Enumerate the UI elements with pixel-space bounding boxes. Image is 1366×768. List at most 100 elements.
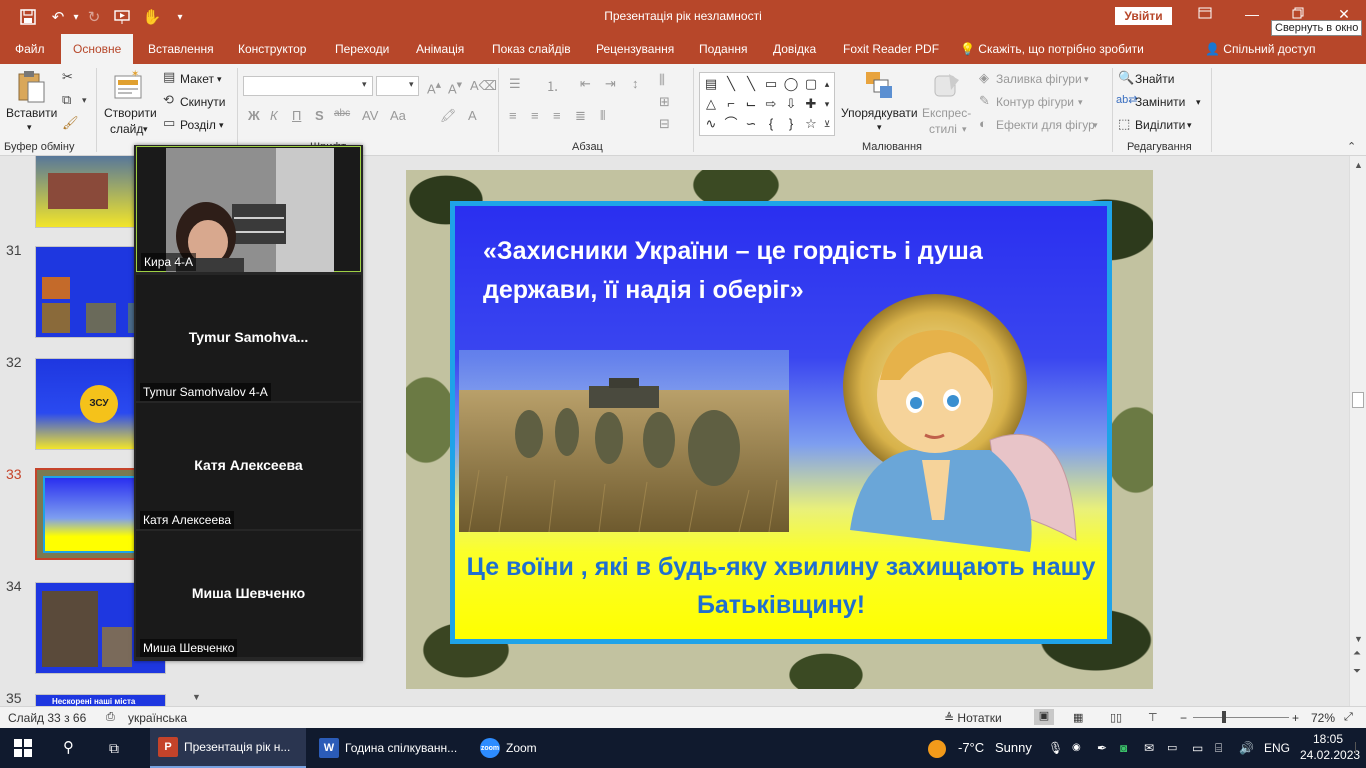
onedrive-tray-icon[interactable]: ▭	[1167, 728, 1177, 768]
align-text-icon[interactable]: ⊞	[659, 94, 670, 110]
reset-icon[interactable]: ⟲	[163, 92, 174, 108]
scroll-thumb[interactable]	[1352, 392, 1364, 408]
justify-icon[interactable]: ≣	[575, 108, 586, 124]
weather-condition[interactable]: Sunny	[995, 728, 1032, 768]
previous-slide-icon[interactable]: ⏶	[1353, 648, 1361, 659]
paste-icon[interactable]	[16, 70, 46, 103]
line-shape-icon[interactable]: ╲	[722, 75, 740, 93]
soldiers-photo[interactable]	[459, 350, 789, 532]
microphone-icon[interactable]: 🎙	[1048, 728, 1063, 768]
increase-font-icon[interactable]: A▴	[427, 78, 441, 96]
quick-styles-dropdown-icon[interactable]: ▾	[962, 124, 967, 135]
decrease-indent-icon[interactable]: ⇤	[580, 76, 591, 92]
weather-temperature[interactable]: -7°C	[958, 728, 984, 768]
gallery-more-icon[interactable]: ⊻	[820, 115, 834, 133]
align-right-icon[interactable]: ≡	[553, 108, 561, 123]
bold-button[interactable]: Ж	[248, 108, 260, 123]
tab-design[interactable]: Конструктор	[238, 34, 306, 64]
down-arrow-shape-icon[interactable]: ⇩	[782, 95, 800, 113]
redo-icon[interactable]: ↻	[84, 7, 104, 27]
quick-styles-button-line2[interactable]: стилі	[929, 122, 957, 136]
slide-sorter-icon[interactable]: ▦	[1073, 711, 1083, 724]
start-slideshow-icon[interactable]	[112, 7, 132, 27]
undo-dropdown-icon[interactable]: ▾	[66, 7, 86, 27]
taskbar-zoom[interactable]: zoom Zoom	[472, 728, 582, 768]
tab-animations[interactable]: Анімація	[416, 34, 464, 64]
layout-icon[interactable]: ▤	[163, 69, 175, 85]
shape-outline-icon[interactable]: ✎	[979, 93, 990, 109]
gallery-up-icon[interactable]: ▴	[820, 75, 834, 93]
tab-slideshow[interactable]: Показ слайдів	[492, 34, 571, 64]
text-direction-icon[interactable]: ⫼	[659, 72, 665, 88]
scroll-down-icon[interactable]: ▼	[1354, 634, 1363, 644]
freeform-shape-icon[interactable]: ∿	[702, 115, 720, 133]
left-brace-shape-icon[interactable]: {	[762, 115, 780, 133]
quick-styles-button[interactable]: Експрес-	[922, 106, 971, 120]
shape-effects-dropdown-icon[interactable]: ▾	[1093, 120, 1098, 131]
connector-shape-icon[interactable]: ⌙	[742, 95, 760, 113]
plus-shape-icon[interactable]: ✚	[802, 95, 820, 113]
fit-to-window-icon[interactable]: ⤢	[1344, 711, 1353, 724]
shape-effects-button[interactable]: Ефекти для фігур	[996, 118, 1095, 132]
oval-shape-icon[interactable]: ◯	[782, 75, 800, 93]
find-button[interactable]: Знайти	[1135, 72, 1174, 86]
slideshow-view-icon[interactable]: ⊤	[1148, 711, 1158, 724]
font-name-input[interactable]	[243, 76, 373, 96]
highlight-icon[interactable]: 🖍	[440, 108, 457, 124]
clear-formatting-icon[interactable]: A⌫	[470, 78, 497, 94]
shape-outline-dropdown-icon[interactable]: ▾	[1078, 97, 1083, 108]
shape-fill-icon[interactable]: ◈	[979, 70, 989, 86]
copy-dropdown-icon[interactable]: ▾	[82, 95, 87, 106]
triangle-shape-icon[interactable]: △	[702, 95, 720, 113]
replace-dropdown-icon[interactable]: ▾	[1196, 97, 1201, 108]
star-shape-icon[interactable]: ☆	[802, 115, 820, 133]
tab-review[interactable]: Рецензування	[596, 34, 674, 64]
format-painter-icon[interactable]: 🖌	[62, 115, 79, 131]
find-icon[interactable]: 🔍	[1118, 70, 1134, 86]
task-view-icon[interactable]: ⧉	[109, 728, 119, 768]
network-icon[interactable]: ⌸	[1215, 728, 1222, 768]
tab-foxit[interactable]: Foxit Reader PDF	[843, 34, 939, 64]
paste-button[interactable]: Вставити	[6, 106, 57, 120]
align-left-icon[interactable]: ≡	[509, 108, 517, 123]
shape-fill-button[interactable]: Заливка фігури	[996, 72, 1082, 86]
tab-file[interactable]: Файл	[15, 34, 45, 64]
search-icon[interactable]: ⚲	[63, 728, 74, 768]
font-size-dropdown-icon[interactable]: ▾	[409, 79, 414, 90]
notes-button[interactable]: ≜ Нотатки	[944, 711, 1002, 725]
cut-icon[interactable]: ✂	[62, 69, 73, 85]
underline-button[interactable]: П	[292, 108, 301, 123]
character-spacing-icon[interactable]: AV	[362, 108, 378, 123]
battery-icon[interactable]: ▭	[1192, 728, 1203, 768]
current-slide[interactable]: «Захисники України – це гордість і душа …	[406, 170, 1153, 689]
tab-view[interactable]: Подання	[699, 34, 747, 64]
touch-mode-icon[interactable]: ✋	[142, 7, 162, 27]
tab-insert[interactable]: Вставлення	[148, 34, 214, 64]
font-name-dropdown-icon[interactable]: ▾	[362, 79, 367, 90]
section-icon[interactable]: ▭	[163, 115, 175, 131]
volume-icon[interactable]: 🔊	[1239, 728, 1254, 768]
columns-icon[interactable]: ⫴	[600, 108, 605, 124]
curve-shape-icon[interactable]: ∽	[742, 115, 760, 133]
rounded-rect-shape-icon[interactable]: ▢	[802, 75, 820, 93]
arrange-button[interactable]: Упорядкувати	[841, 106, 918, 120]
proofing-icon[interactable]: ⎙	[106, 711, 115, 724]
change-case-icon[interactable]: Aa	[390, 108, 406, 123]
tab-transitions[interactable]: Переходи	[335, 34, 389, 64]
new-slide-dropdown-icon[interactable]: ▾	[143, 124, 148, 135]
zoom-participant-tile[interactable]: Кира 4-А	[136, 146, 361, 272]
taskbar-powerpoint[interactable]: P Презентація рік н...	[150, 728, 306, 768]
zoom-out-icon[interactable]: −	[1180, 711, 1187, 725]
paste-dropdown-icon[interactable]: ▾	[27, 122, 32, 133]
shapes-gallery[interactable]: ▤ ╲ ╲ ▭ ◯ ▢ △ ⌐ ⌙ ⇨ ⇩ ✚ ∿ ⌒ ∽ { } ☆ ▴ ▾ …	[699, 72, 835, 136]
bullets-icon[interactable]: ☰	[509, 76, 521, 92]
line2-shape-icon[interactable]: ╲	[742, 75, 760, 93]
green-tray-icon[interactable]: ◙	[1120, 728, 1127, 768]
save-icon[interactable]	[18, 7, 38, 27]
slide-thumbnail-35[interactable]: Нескорені наші міста	[35, 694, 166, 706]
numbering-icon[interactable]: ⒈	[546, 76, 559, 95]
show-desktop-button[interactable]	[1355, 742, 1361, 754]
tell-me-search[interactable]: 💡 Скажіть, що потрібно зробити	[960, 34, 1144, 64]
taskbar-word[interactable]: W Година спілкуванн...	[311, 728, 467, 768]
share-button[interactable]: 👤 Спільний доступ	[1205, 34, 1316, 64]
